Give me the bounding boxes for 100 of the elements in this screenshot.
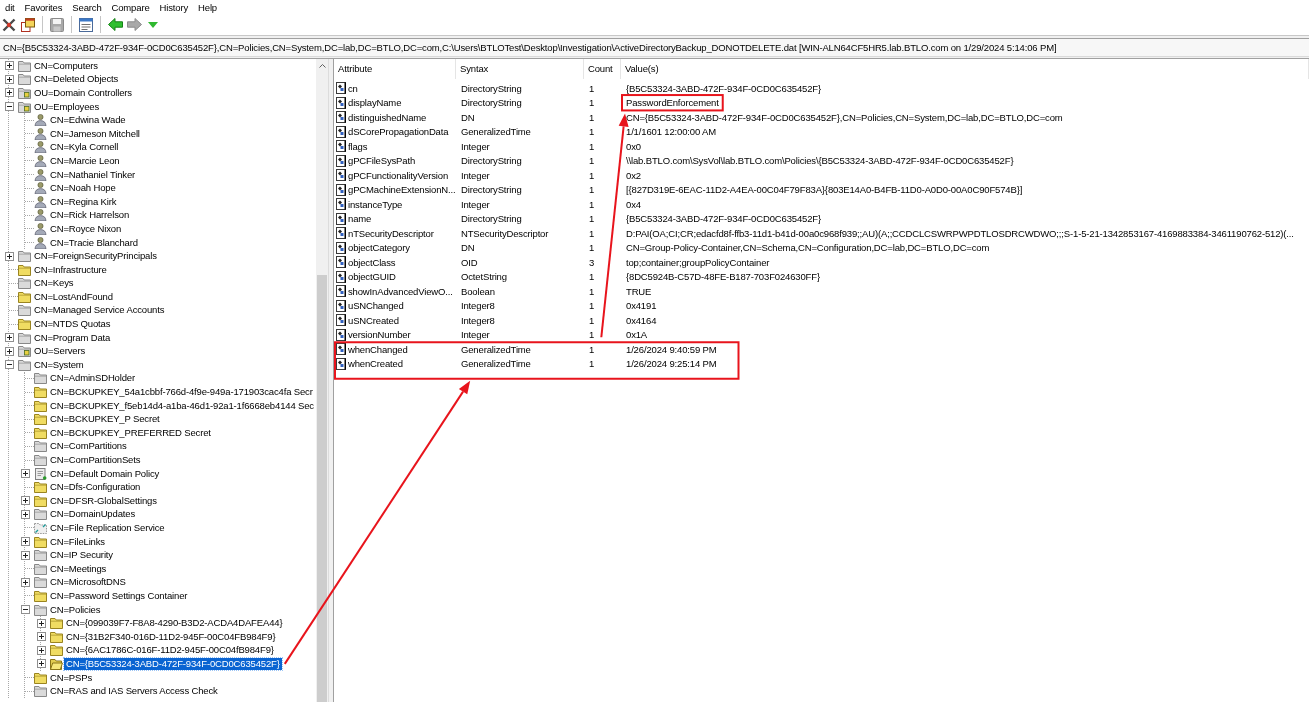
value-text: top;container;groupPolicyContainer [626,256,770,268]
tree-item[interactable]: CN=BCKUPKEY_54a1cbbf-766d-4f9e-949a-171903cac4fa Secr [48,386,315,399]
folder-icon [34,481,47,494]
tree-item[interactable]: CN=ComPartitionSets [48,454,143,466]
folder-icon [34,671,47,684]
menu-item[interactable]: Help [193,0,222,14]
expand-icon[interactable] [5,74,14,84]
tree-item[interactable]: CN=Jameson Mitchell [48,127,142,140]
expand-icon[interactable] [21,509,30,519]
tree-item[interactable]: CN=DomainUpdates [48,508,137,521]
column-header[interactable]: Count [584,59,621,79]
tree-item[interactable]: CN=System [32,358,86,371]
tree-item[interactable]: CN=Program Data [32,331,113,344]
tree-item[interactable]: CN={B5C53324-3ABD-472F-934F-0CD0C635452F} [64,657,282,670]
tree-item[interactable]: CN=Edwina Wade [48,114,128,127]
collapse-icon[interactable] [5,102,14,112]
expand-icon[interactable] [21,550,30,560]
path-field[interactable]: CN={B5C53324-3ABD-472F-934F-0CD0C635452F},CN=Policies,CN=System,DC=lab,DC=BTLO,DC=com,C:\Users\BTLOTest\Desktop\Investigation\ActiveDirectoryBackup_DONOTDELETE.dat [WIN-ALN64CF5HR5.lab.BTLO.com on 1/29/2024 5:14:06 PM] [0,37,1309,57]
tree-item[interactable]: CN=PSPs [48,671,94,684]
tree-item[interactable]: CN=Royce Nixon [48,222,124,235]
tree-item[interactable]: CN={6AC1786C-016F-11D2-945F-00C04fB984F9} [64,644,276,657]
syntax-text: GeneralizedTime [461,358,531,370]
folder-icon [50,644,63,657]
tree-item[interactable]: CN=MicrosoftDNS [48,576,128,589]
tree-item[interactable]: CN=BCKUPKEY_f5eb14d4-a1ba-46d1-92a1-1f6668eb4144 Sec [48,399,316,412]
attribute-name: uSNChanged [348,300,404,312]
folder-icon [34,508,47,521]
expand-icon[interactable] [5,251,14,261]
column-header[interactable]: Syntax [456,59,584,79]
menu-item[interactable]: History [154,0,194,14]
value-text: PasswordEnforcement [626,97,719,109]
tree-item[interactable]: CN=FileLinks [48,535,107,548]
folder-icon [34,549,47,562]
syntax-text: GeneralizedTime [461,126,531,138]
scroll-up-icon[interactable] [318,64,326,68]
expand-icon[interactable] [37,632,46,642]
menu-item[interactable]: Favorites [19,0,68,14]
tree-item[interactable]: CN=Policies [48,603,103,616]
expand-icon[interactable] [21,496,30,506]
column-header[interactable]: Value(s) [621,59,1309,79]
tree-item[interactable]: OU=Employees [32,100,101,113]
collapse-icon[interactable] [5,360,14,370]
value-text: D:PAI(OA;CI;CR;edacfd8f-ffb3-11d1-b41d-00a0c968f939;;AU)(A;;CCDCLCSWRPWPDTLOSDRCWDWO;;;S-1-5-21-1342853167-4169883384-3461190762-512)(... [626,227,1294,239]
tree-item[interactable]: CN=Computers [32,59,100,72]
tree-item[interactable]: CN=BCKUPKEY_P Secret [48,413,162,426]
tree-item[interactable]: CN=Tracie Blanchard [48,236,140,249]
folder-icon [34,494,47,507]
tree-item[interactable]: CN=AdminSDHolder [48,372,137,385]
tree-item[interactable]: CN=Infrastructure [32,263,109,276]
expand-icon[interactable] [5,61,14,71]
expand-icon[interactable] [37,618,46,628]
tree-item[interactable]: CN=Meetings [48,562,109,575]
tree-item[interactable]: CN=LostAndFound [32,290,115,303]
count-text: 1 [589,169,595,181]
value-text: CN=Group-Policy-Container,CN=Schema,CN=Configuration,DC=lab,DC=BTLO,DC=com [626,242,990,254]
tree-item[interactable]: CN=ComPartitions [48,440,129,453]
tree-item[interactable]: CN=Default Domain Policy [48,467,162,480]
tree-item[interactable]: CN=BCKUPKEY_PREFERRED Secret [48,426,213,439]
tree-item[interactable]: CN=IP Security [48,549,115,562]
count-text: 3 [589,256,595,268]
tree-item[interactable]: CN=Regina Kirk [48,195,119,208]
menu-item[interactable]: dit [0,0,20,14]
expand-icon[interactable] [5,333,14,343]
tree-item[interactable]: CN=Kyla Cornell [48,141,121,154]
syntax-text: DirectoryString [461,213,522,225]
folder-icon [18,59,31,72]
folder-icon [50,630,63,643]
column-header[interactable]: Attribute [334,59,456,79]
tree-item[interactable]: CN=Marcie Leon [48,154,122,167]
tree-item[interactable]: CN=Noah Hope [48,182,118,195]
tree-item[interactable]: CN={31B2F340-016D-11D2-945F-00C04FB984F9} [64,630,278,643]
expand-icon[interactable] [5,346,14,356]
tree-item[interactable]: CN=Nathaniel Tinker [48,168,138,181]
expand-icon[interactable] [37,645,46,655]
menu-item[interactable]: Compare [106,0,155,14]
scrollbar-thumb[interactable] [317,275,327,702]
tree-item[interactable]: CN=Managed Service Accounts [32,304,167,317]
expand-icon[interactable] [21,537,30,547]
folder-icon [18,73,31,86]
tree-item[interactable]: CN=File Replication Service [48,522,167,534]
tree-item[interactable]: OU=Servers [32,345,88,358]
tree-item[interactable]: OU=Domain Controllers [32,87,134,99]
count-text: 1 [589,198,595,210]
expand-icon[interactable] [37,659,46,669]
tree-item[interactable]: CN=Password Settings Container [48,589,190,602]
expand-icon[interactable] [21,577,30,587]
collapse-icon[interactable] [21,605,30,615]
expand-icon[interactable] [21,469,30,479]
tree-item[interactable]: CN=NTDS Quotas [32,318,113,331]
menu-item[interactable]: Search [67,0,107,14]
tree-item[interactable]: CN=Rick Harrelson [48,209,131,222]
tree-item[interactable]: CN=Deleted Objects [32,73,121,86]
tree-item[interactable]: CN=Dfs-Configuration [48,481,143,494]
tree-item[interactable]: CN=RAS and IAS Servers Access Check [48,685,220,698]
tree-item[interactable]: CN=ForeignSecurityPrincipals [32,250,159,263]
tree-item[interactable]: CN=Keys [32,277,76,290]
folder-icon [18,318,31,331]
tree-item[interactable]: CN={099039F7-F8A8-4290-B3D2-ACDA4DAFEA44} [64,617,285,630]
tree-item[interactable]: CN=DFSR-GlobalSettings [48,494,159,507]
expand-icon[interactable] [5,88,14,98]
